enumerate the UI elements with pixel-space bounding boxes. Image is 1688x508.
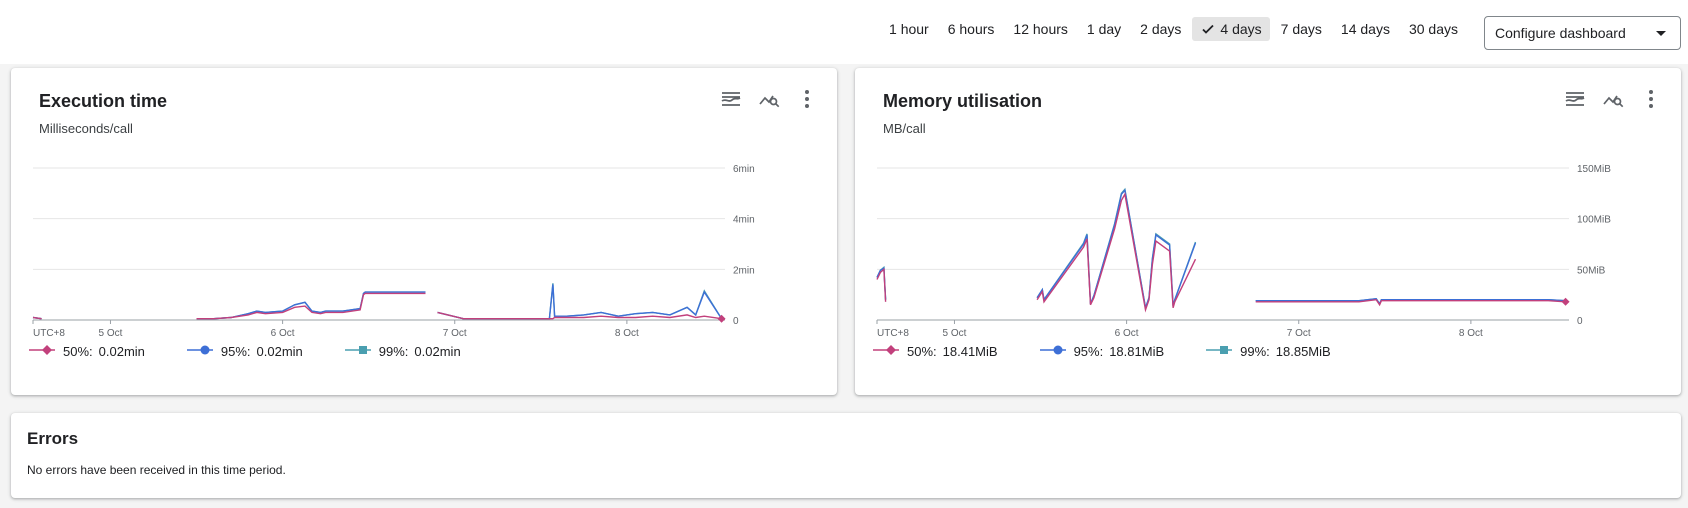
x-tick-label: 5 Oct <box>99 328 123 338</box>
y-tick-label: 6min <box>733 164 755 175</box>
series-line <box>32 284 723 320</box>
explore-chart-icon[interactable] <box>757 87 781 111</box>
memory-utilisation-chart: 0 50MiB 100MiB 150MiB UTC+8 5 Oct 6 Oct 7 Oct 8 … <box>876 164 1611 338</box>
chart-legend: 50%: 0.02min 95%: 0.02min 99%: 0.02min <box>29 343 503 360</box>
check-icon <box>1200 21 1216 37</box>
legend-item[interactable]: 95%: 18.81MiB <box>1039 343 1165 360</box>
card-title: Memory utilisation <box>883 91 1043 111</box>
legend-item[interactable]: 50%: 0.02min <box>29 343 145 360</box>
card-subtitle: MB/call <box>883 121 926 136</box>
errors-message: No errors have been received in this tim… <box>27 463 286 477</box>
range-label: 12 hours <box>1013 21 1068 37</box>
diamond-marker-icon <box>29 343 63 360</box>
range-label: 2 days <box>1140 21 1182 37</box>
legend-toggle-icon[interactable] <box>1563 87 1587 111</box>
range-button[interactable]: 1 day <box>1079 17 1129 41</box>
series-line <box>876 188 1566 311</box>
legend-label: 99%: <box>1240 344 1270 359</box>
x-tick-label: UTC+8 <box>877 328 909 338</box>
range-button[interactable]: 2 days <box>1132 17 1189 41</box>
x-tick-label: 7 Oct <box>443 328 467 338</box>
card-actions <box>1549 87 1663 111</box>
memory-utilisation-card: Memory utilisation MB/call 0 50MiB 100MiB 1… <box>855 68 1681 395</box>
legend-value: 0.02min <box>98 344 145 359</box>
legend-item[interactable]: 99%: 18.85MiB <box>1206 343 1331 360</box>
range-button[interactable]: 30 days <box>1401 17 1466 41</box>
range-label: 14 days <box>1340 21 1390 37</box>
y-tick-label: 100MiB <box>1577 215 1611 226</box>
x-tick-label: 8 Oct <box>1459 328 1483 338</box>
legend-label: 95%: <box>220 344 251 359</box>
execution-time-chart: 0 2min 4min 6min UTC+8 5 Oct 6 Oct 7 Oct 8 Oct <box>32 164 755 338</box>
range-button[interactable]: 4 days <box>1192 17 1270 41</box>
legend-item[interactable]: 99%: 0.02min <box>344 343 461 360</box>
circle-marker-icon <box>186 343 221 360</box>
range-button[interactable]: 6 hours <box>940 17 1003 41</box>
configure-dashboard-dropdown[interactable]: Configure dashboard <box>1484 16 1681 50</box>
more-vert-icon[interactable] <box>795 87 819 111</box>
y-tick-label: 4min <box>733 215 755 226</box>
errors-title: Errors <box>27 429 79 448</box>
y-tick-label: 2min <box>733 265 755 276</box>
y-tick-label: 0 <box>733 316 739 327</box>
legend-item[interactable]: 95%: 0.02min <box>186 343 303 360</box>
diamond-marker-icon <box>873 343 907 360</box>
range-label: 1 day <box>1086 21 1122 37</box>
current-value-marker <box>1561 297 1570 306</box>
legend-label: 50%: <box>63 344 93 359</box>
x-tick-label: 6 Oct <box>271 328 295 338</box>
x-tick-label: 5 Oct <box>943 328 967 338</box>
dropdown-arrow-icon <box>1656 30 1666 36</box>
legend-value: 18.41MiB <box>942 344 998 359</box>
legend-value: 18.85MiB <box>1275 344 1331 359</box>
range-label: 4 days <box>1220 21 1262 37</box>
legend-toggle-icon[interactable] <box>719 87 743 111</box>
legend-value: 0.02min <box>414 344 461 359</box>
execution-time-card: Execution time Milliseconds/call 0 2min 4m… <box>11 68 837 395</box>
x-tick-label: 8 Oct <box>615 328 639 338</box>
chart-legend: 50%: 18.41MiB 95%: 18.81MiB 99%: 18.85MiB <box>873 343 1373 360</box>
range-label: 1 hour <box>889 21 929 37</box>
card-title: Execution time <box>39 91 168 111</box>
configure-dashboard-label: Configure dashboard <box>1495 25 1626 41</box>
range-label: 7 days <box>1280 21 1322 37</box>
series-line <box>32 283 723 320</box>
square-marker-icon <box>344 343 379 360</box>
series-line <box>32 292 722 320</box>
range-button[interactable]: 12 hours <box>1005 17 1075 41</box>
errors-card: Errors No errors have been received in t… <box>11 413 1681 498</box>
range-button[interactable]: 14 days <box>1333 17 1398 41</box>
more-vert-icon[interactable] <box>1639 87 1663 111</box>
top-toolbar: 1 hour 6 hours 12 hours 1 day 2 days 4 days 7 … <box>0 0 1688 64</box>
card-subtitle: Milliseconds/call <box>39 121 133 136</box>
range-label: 6 hours <box>947 21 995 37</box>
explore-chart-icon[interactable] <box>1601 87 1625 111</box>
x-tick-label: UTC+8 <box>33 328 65 338</box>
series-line <box>876 187 1566 311</box>
series-line <box>876 192 1566 313</box>
range-label: 30 days <box>1408 21 1458 37</box>
x-tick-label: 6 Oct <box>1115 328 1139 338</box>
card-actions <box>705 87 819 111</box>
circle-marker-icon <box>1039 343 1074 360</box>
range-button[interactable]: 7 days <box>1273 17 1330 41</box>
square-marker-icon <box>1206 343 1240 360</box>
y-tick-label: 150MiB <box>1577 164 1611 175</box>
legend-value: 0.02min <box>256 344 303 359</box>
x-tick-label: 7 Oct <box>1287 328 1311 338</box>
time-range-selector: 1 hour 6 hours 12 hours 1 day 2 days 4 days 7 … <box>878 17 1466 41</box>
legend-label: 95%: <box>1073 344 1104 359</box>
y-tick-label: 0 <box>1577 316 1583 327</box>
legend-value: 18.81MiB <box>1109 344 1165 359</box>
legend-item[interactable]: 50%: 18.41MiB <box>873 343 998 360</box>
current-value-marker <box>717 314 726 323</box>
range-button[interactable]: 1 hour <box>881 17 937 41</box>
legend-label: 99%: <box>378 344 409 359</box>
y-tick-label: 50MiB <box>1577 265 1606 276</box>
legend-label: 50%: <box>907 344 937 359</box>
